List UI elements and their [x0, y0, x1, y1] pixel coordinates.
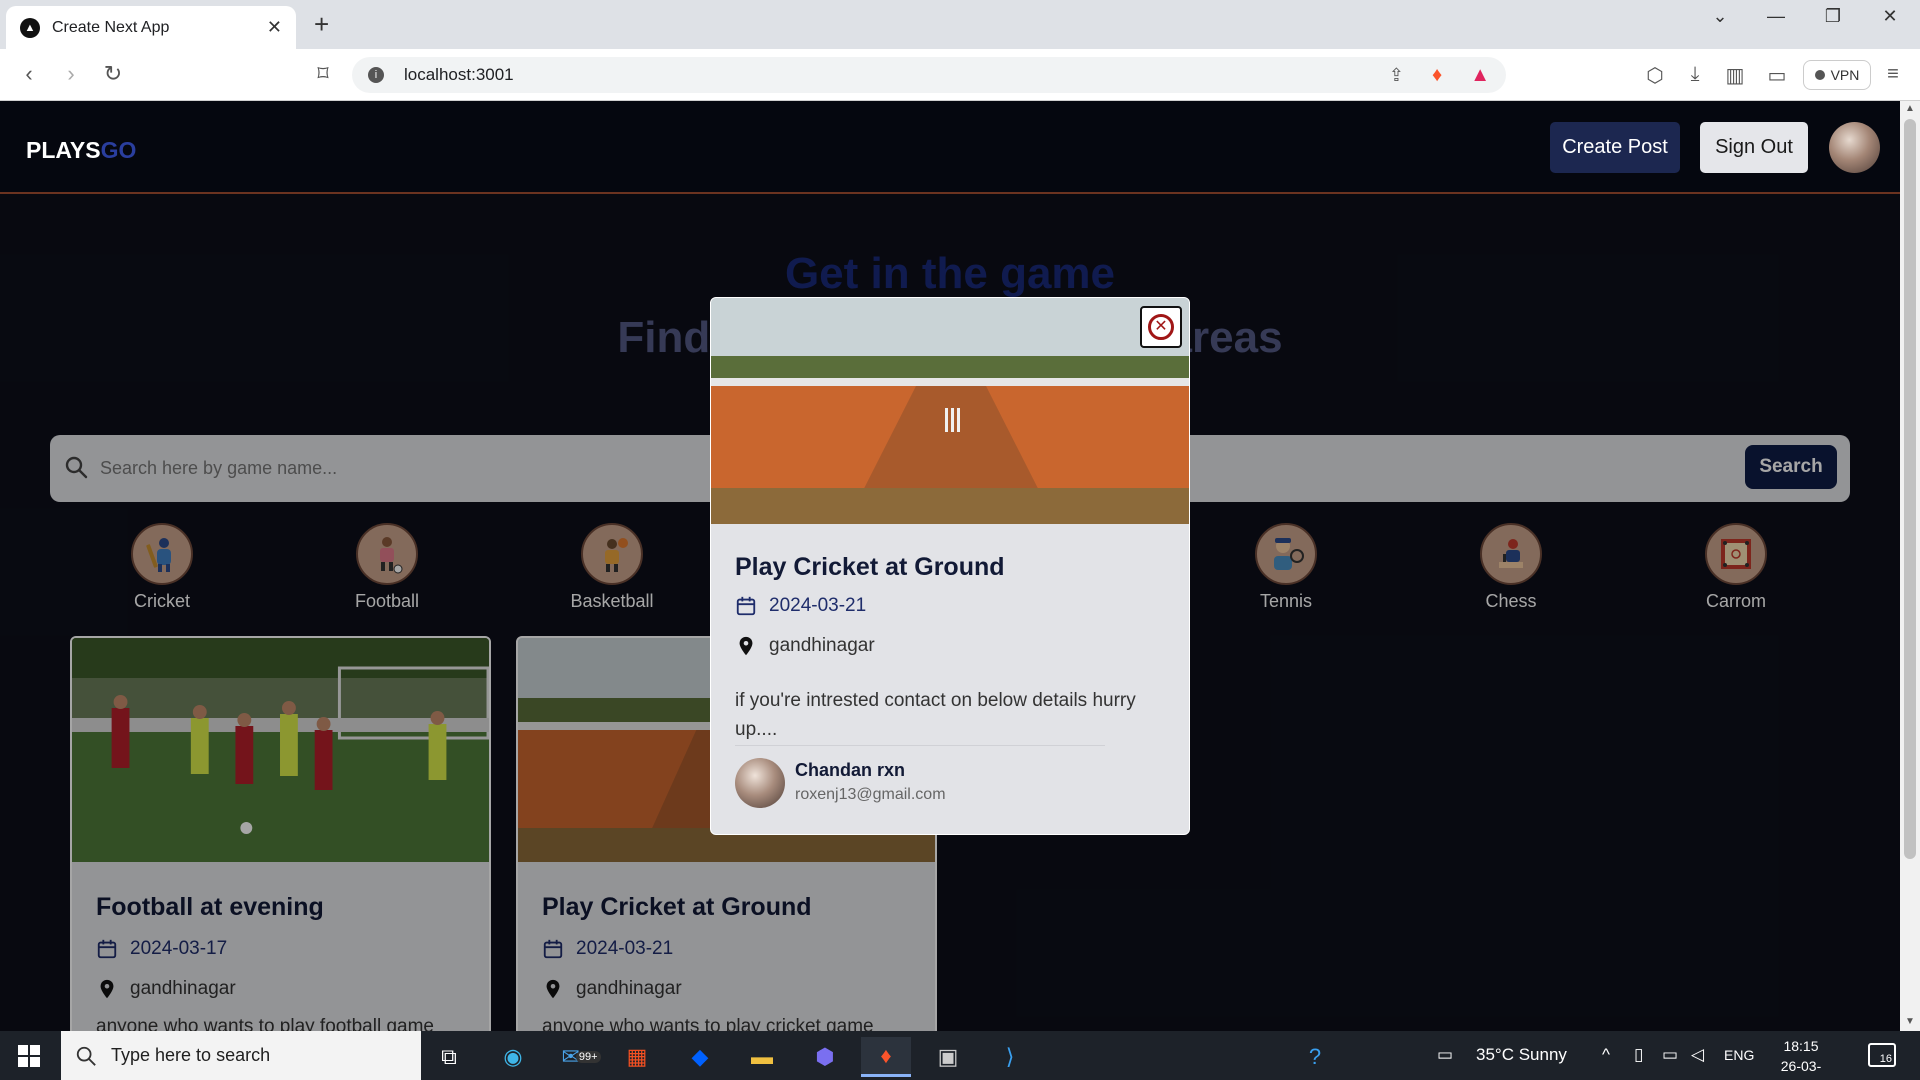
calendar-icon [736, 596, 756, 616]
author-avatar [735, 758, 785, 808]
app-icon[interactable]: ⬢ [800, 1037, 850, 1077]
bookmark-icon[interactable]: ⌑ [308, 61, 338, 87]
location-pin-icon [739, 636, 753, 656]
reload-icon[interactable]: ↻ [98, 61, 128, 87]
scroll-up-icon[interactable]: ▲ [1905, 103, 1915, 114]
page-scrollbar[interactable]: ▲ ▼ [1900, 101, 1920, 1031]
extensions-icon[interactable]: ⬡ [1640, 63, 1670, 88]
nextjs-favicon-icon: ▲ [20, 17, 40, 38]
notification-center-icon[interactable]: 16 [1868, 1043, 1896, 1067]
forward-icon[interactable]: › [56, 61, 86, 87]
dropbox-icon[interactable]: ◆ [675, 1037, 725, 1077]
scroll-thumb[interactable] [1904, 119, 1916, 859]
browser-tab-bar: ▲ Create Next App ✕ + ⌄ — ❐ ✕ [0, 0, 1920, 49]
cricket-ground-image [711, 298, 1189, 524]
close-icon: ✕ [1148, 314, 1174, 340]
downloads-icon[interactable]: ⤓ [1680, 63, 1710, 86]
tab-search-chevron-icon[interactable]: ⌄ [1700, 6, 1740, 27]
sign-out-button[interactable]: Sign Out [1700, 122, 1808, 173]
sidebar-icon[interactable]: ▥ [1720, 63, 1750, 88]
new-tab-icon[interactable]: + [314, 11, 329, 37]
site-header: PLAYSGO Create Post Sign Out [0, 101, 1900, 194]
back-icon[interactable]: ‹ [14, 61, 44, 87]
modal-description: if you're intrested contact on below det… [735, 690, 1136, 740]
author-email: roxenj13@gmail.com [795, 786, 946, 803]
search-icon [76, 1046, 96, 1066]
help-icon[interactable]: ? [1290, 1037, 1340, 1077]
taskbar-search[interactable]: Type here to search [61, 1031, 421, 1080]
volume-icon[interactable]: ◁ [1691, 1045, 1704, 1065]
modal-date: 2024-03-21 [769, 595, 867, 616]
close-modal-button[interactable]: ✕ [1140, 306, 1182, 348]
brave-rewards-icon[interactable]: ▲ [1470, 64, 1490, 87]
author-name: Chandan rxn [795, 760, 906, 780]
create-post-button[interactable]: Create Post [1550, 122, 1680, 173]
browser-tab[interactable]: ▲ Create Next App ✕ [6, 6, 296, 49]
weather-text[interactable]: 35°C Sunny [1476, 1045, 1567, 1065]
brave-browser-icon[interactable]: ♦ [861, 1037, 911, 1077]
terminal-icon[interactable]: ▣ [923, 1037, 973, 1077]
clock-date: 26-03-2024 [1780, 1058, 1822, 1080]
vpn-status-icon [1814, 70, 1825, 80]
modal-location-row: gandhinagar [735, 635, 875, 657]
mail-icon[interactable]: ✉ 99+ [556, 1037, 606, 1077]
brave-shields-icon[interactable]: ♦ [1432, 64, 1442, 87]
task-view-icon[interactable]: ⧉ [424, 1037, 474, 1077]
game-detail-modal: ✕ Play Cricket at Ground 2024-03-21 gand… [710, 297, 1190, 835]
modal-title: Play Cricket at Ground [735, 553, 1005, 581]
address-toolbar: ‹ › ↻ ⌑ i localhost:3001 ⇪ ♦ ▲ ⬡ ⤓ ▥ ▭ V… [0, 49, 1920, 101]
modal-location: gandhinagar [769, 635, 875, 656]
minimize-icon[interactable]: — [1756, 6, 1796, 27]
clock-time: 18:15 [1783, 1038, 1819, 1054]
page-viewport: PLAYSGO Create Post Sign Out Get in the … [0, 101, 1900, 1031]
tray-chevron-icon[interactable]: ^ [1602, 1045, 1610, 1065]
logo-text-go: GO [100, 137, 137, 163]
windows-start-icon[interactable] [18, 1045, 40, 1067]
scroll-down-icon[interactable]: ▼ [1905, 1016, 1915, 1027]
site-info-icon[interactable]: i [368, 67, 384, 83]
user-avatar[interactable] [1829, 122, 1880, 173]
tab-title: Create Next App [52, 18, 170, 36]
menu-icon[interactable]: ≡ [1878, 63, 1908, 86]
vpn-label: VPN [1830, 67, 1860, 83]
store-icon[interactable]: ▦ [612, 1037, 662, 1077]
wallet-icon[interactable]: ▭ [1762, 63, 1792, 88]
language-indicator[interactable]: ENG [1724, 1047, 1754, 1063]
close-window-icon[interactable]: ✕ [1870, 6, 1910, 27]
divider [735, 745, 1105, 746]
url-text[interactable]: localhost:3001 [404, 65, 1361, 85]
mail-badge: 99+ [575, 1051, 601, 1063]
address-bar[interactable]: i localhost:3001 ⇪ ♦ ▲ [352, 57, 1506, 93]
logo-text-plays: PLAYS [26, 137, 101, 163]
site-logo[interactable]: PLAYSGO [26, 137, 136, 164]
taskbar-search-placeholder: Type here to search [111, 1045, 271, 1065]
vscode-icon[interactable]: ⟩ [985, 1037, 1035, 1077]
file-explorer-icon[interactable]: ▬ [737, 1037, 787, 1077]
vpn-button[interactable]: VPN [1803, 60, 1871, 90]
notification-count: 16 [1879, 1053, 1892, 1065]
windows-taskbar: Type here to search ⧉ ◉ ✉ 99+ ▦ ◆ ▬ ⬢ ♦ ▣… [0, 1031, 1920, 1080]
share-icon[interactable]: ⇪ [1389, 65, 1404, 86]
modal-date-row: 2024-03-21 [735, 595, 866, 617]
restore-icon[interactable]: ❐ [1813, 6, 1853, 27]
network-icon[interactable]: ▯ [1634, 1045, 1643, 1065]
battery-icon[interactable]: ▭ [1662, 1045, 1678, 1065]
close-tab-icon[interactable]: ✕ [267, 17, 282, 38]
edge-icon[interactable]: ◉ [488, 1037, 538, 1077]
weather-icon[interactable]: ▭ [1437, 1045, 1453, 1065]
clock[interactable]: 18:15 26-03-2024 [1766, 1036, 1836, 1080]
